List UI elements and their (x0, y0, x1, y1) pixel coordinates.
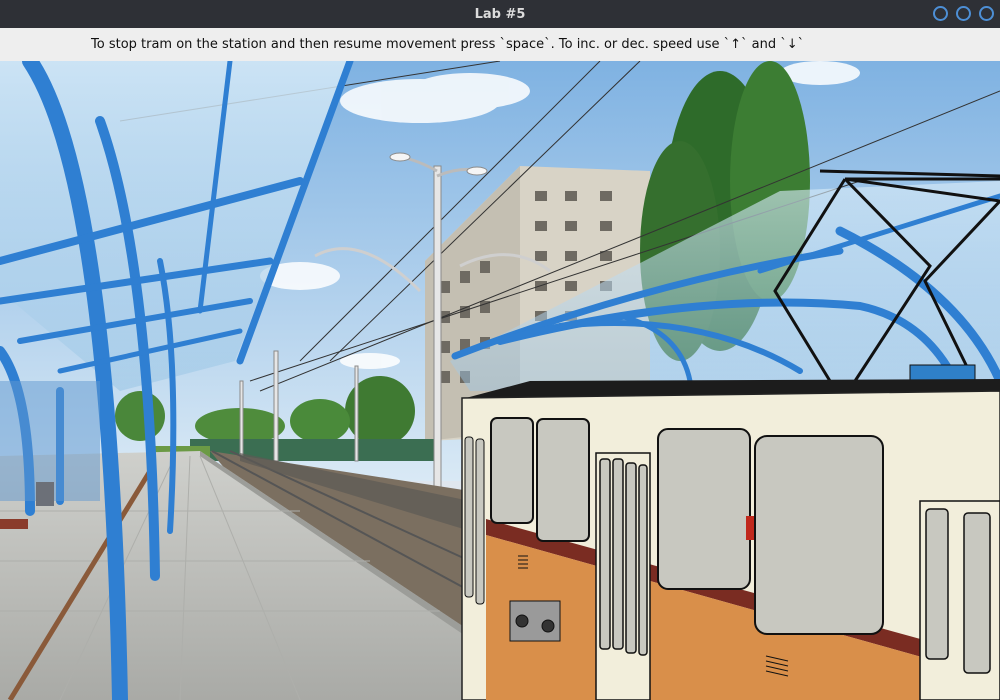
window-controls (933, 6, 994, 21)
scene-graphic (0, 61, 1000, 700)
instructions-bar: To stop tram on the station and then res… (0, 28, 1000, 61)
tram-window (490, 417, 534, 524)
bench (0, 519, 28, 529)
minimize-button[interactable] (933, 6, 948, 21)
tram-body (461, 390, 1000, 700)
tram-door (919, 500, 1000, 700)
instructions-text: To stop tram on the station and then res… (91, 37, 805, 52)
app-window: Lab #5 To stop tram on the station and t… (0, 0, 1000, 700)
tram-bogie (509, 600, 561, 642)
title-bar[interactable]: Lab #5 (0, 0, 1000, 28)
trash-bin (36, 482, 54, 506)
tram-window (536, 418, 590, 542)
scene-canvas[interactable] (0, 61, 1000, 700)
tram-indicator-light (746, 516, 754, 540)
close-button[interactable] (979, 6, 994, 21)
maximize-button[interactable] (956, 6, 971, 21)
tram-window (657, 428, 751, 590)
tram-window (754, 435, 884, 635)
window-title: Lab #5 (474, 6, 526, 22)
tram-door (595, 452, 651, 700)
